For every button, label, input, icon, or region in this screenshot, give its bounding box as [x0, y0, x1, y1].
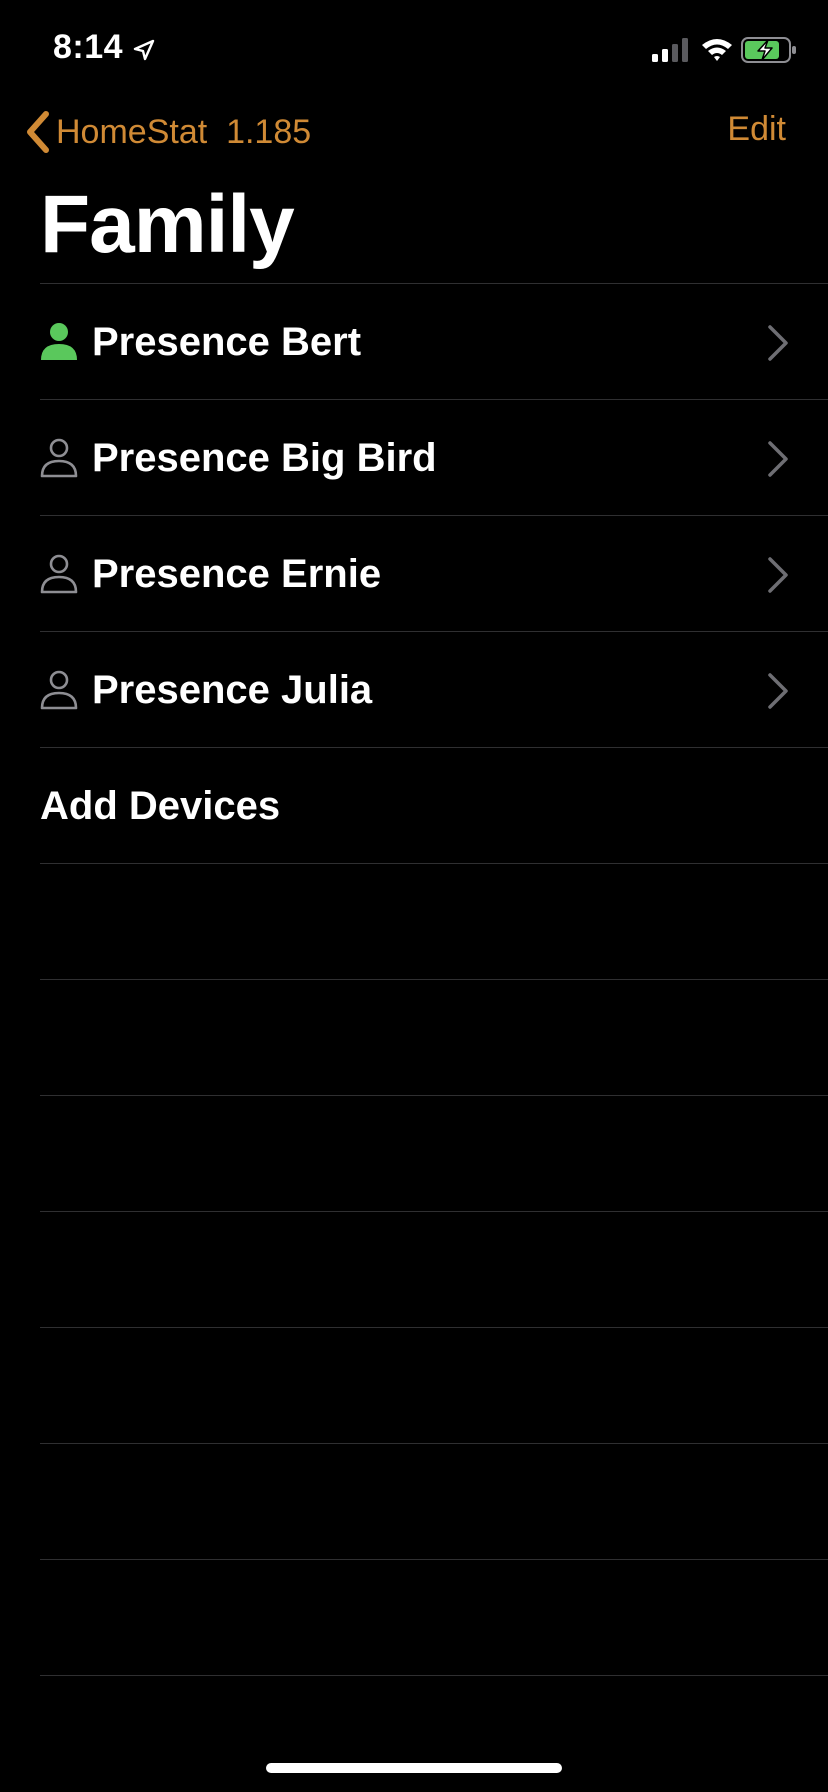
status-bar: 8:14 [0, 0, 828, 96]
chevron-right-icon [768, 441, 788, 477]
empty-row [40, 1211, 828, 1327]
list-item-label: Presence Ernie [92, 551, 382, 596]
wifi-icon [702, 39, 732, 61]
chevron-right-icon [768, 557, 788, 593]
cellular-signal-icon [652, 38, 688, 62]
list-item[interactable]: Presence Bert [40, 283, 828, 399]
empty-row [40, 863, 828, 979]
add-devices-label: Add Devices [40, 783, 281, 828]
person-outline-icon [40, 670, 78, 710]
empty-row [40, 979, 828, 1095]
chevron-right-icon [768, 673, 788, 709]
list-item[interactable]: Presence Ernie [40, 515, 828, 631]
location-arrow-icon [133, 39, 155, 61]
empty-row [40, 1559, 828, 1676]
chevron-left-icon [27, 111, 49, 153]
battery-charging-icon [741, 37, 796, 63]
page-title: Family [40, 179, 295, 270]
empty-row [40, 1443, 828, 1559]
list-item-label: Presence Big Bird [92, 435, 437, 480]
list-item-label: Presence Julia [92, 667, 373, 712]
back-button[interactable]: HomeStat 1.185 [22, 106, 311, 158]
status-time: 8:14 [53, 28, 124, 66]
add-devices-button[interactable]: Add Devices [40, 747, 828, 863]
list-item[interactable]: Presence Big Bird [40, 399, 828, 515]
list-item[interactable]: Presence Julia [40, 631, 828, 747]
person-filled-icon [41, 323, 77, 360]
chevron-right-icon [768, 325, 788, 361]
empty-row [40, 1095, 828, 1211]
family-list: Presence Bert Presence Big Bird Presence… [0, 283, 828, 1676]
person-outline-icon [40, 438, 78, 478]
empty-row [40, 1327, 828, 1443]
list-item-label: Presence Bert [92, 319, 362, 364]
person-outline-icon [40, 554, 78, 594]
back-button-label: HomeStat 1.185 [56, 112, 312, 151]
home-indicator[interactable] [266, 1763, 562, 1773]
edit-button[interactable]: Edit [727, 110, 786, 149]
